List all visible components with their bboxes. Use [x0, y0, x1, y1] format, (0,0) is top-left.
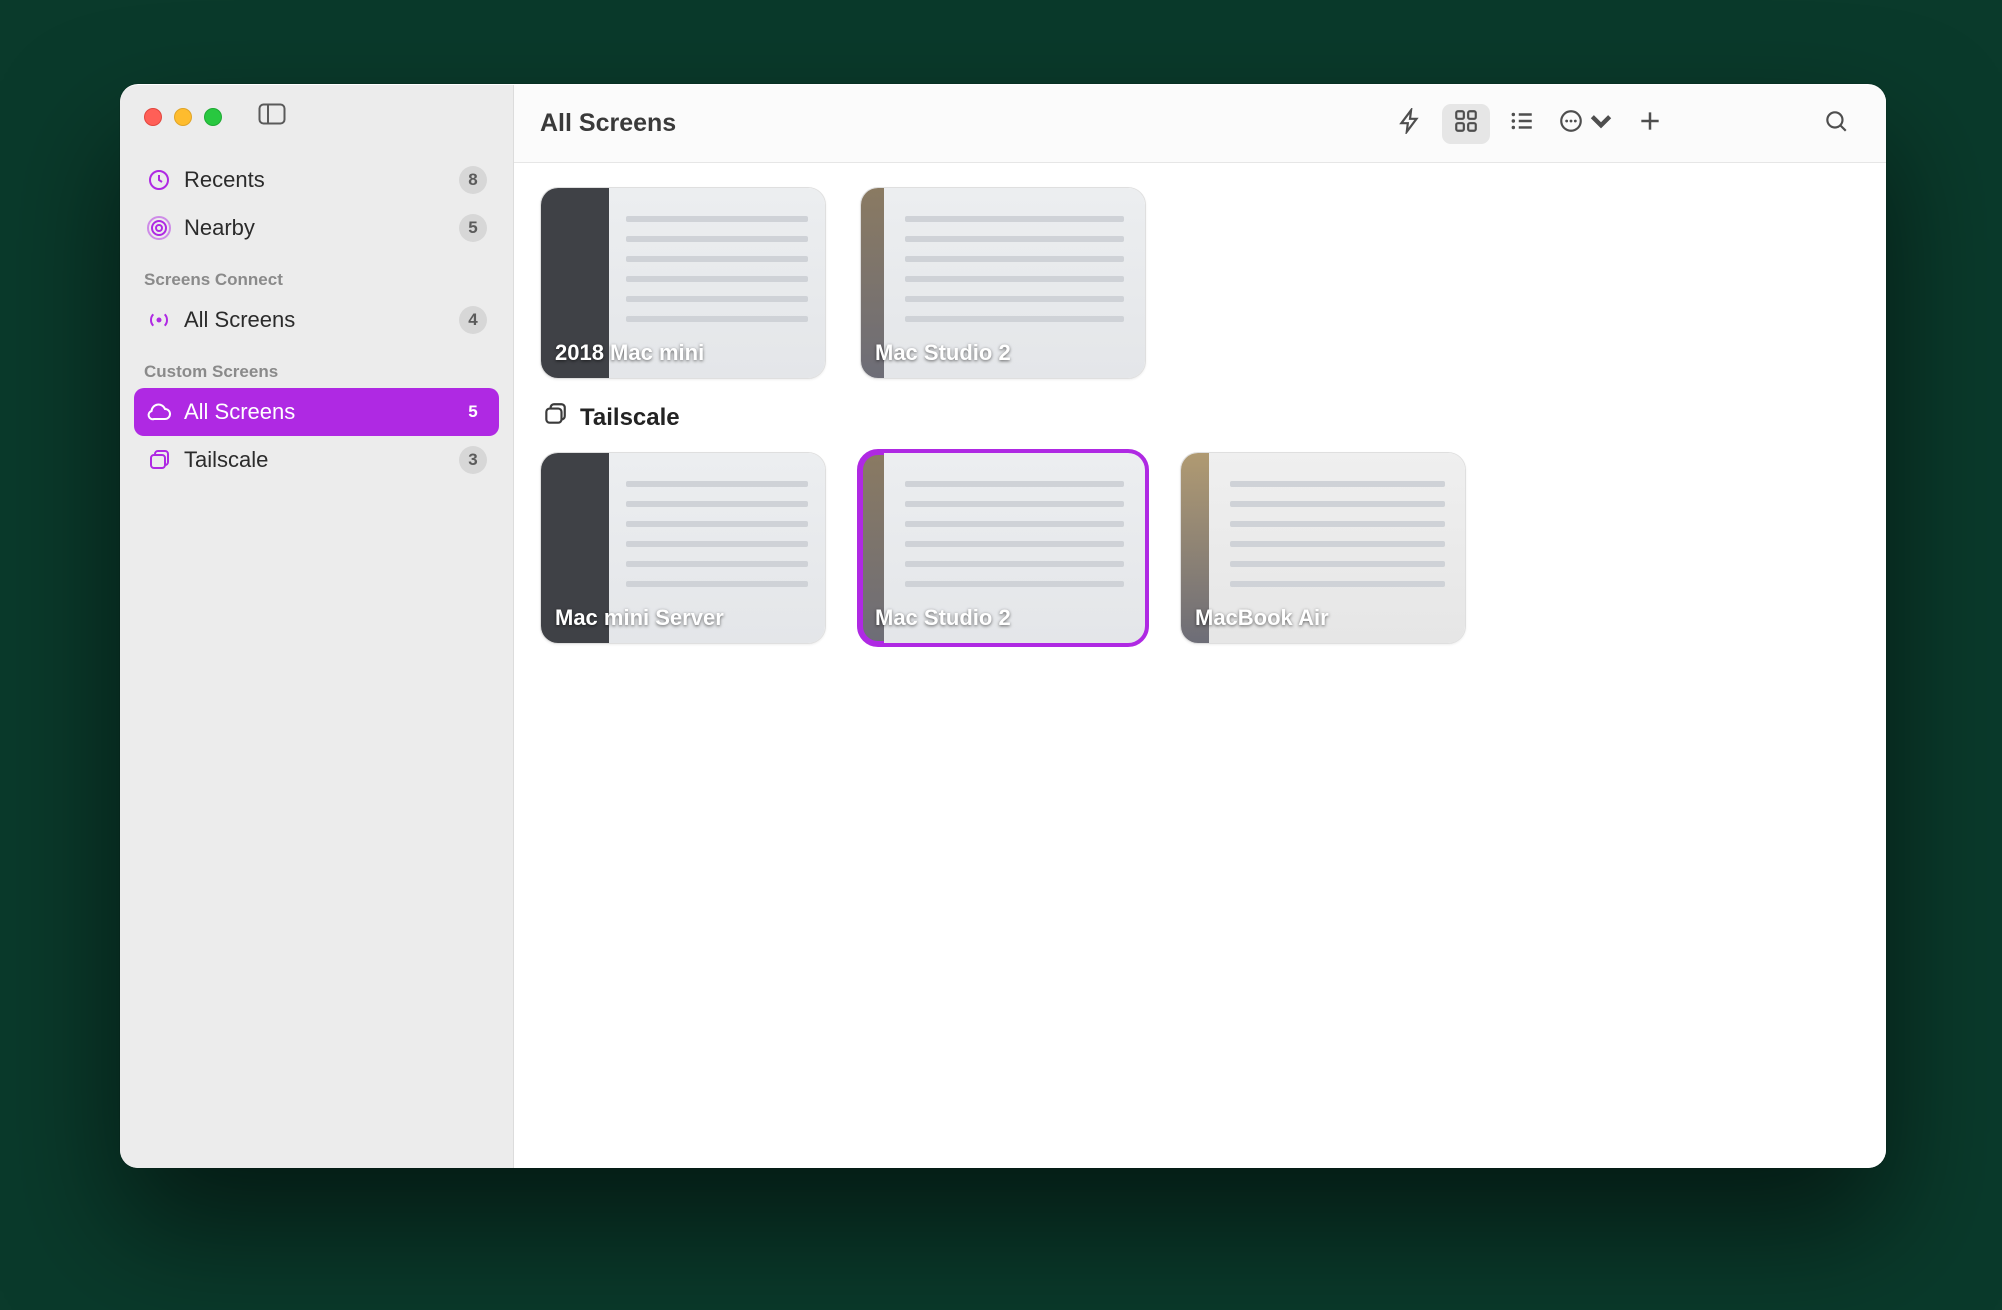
sidebar-item-label: Nearby — [184, 215, 459, 241]
grid-icon — [1453, 108, 1479, 139]
grid-view-button[interactable] — [1442, 104, 1490, 144]
sidebar-item-label: All Screens — [184, 399, 459, 425]
screen-card[interactable]: Mac Studio 2 — [860, 452, 1146, 644]
broadcast-icon — [144, 308, 174, 332]
sidebar-item-label: Tailscale — [184, 447, 459, 473]
window-controls — [120, 103, 513, 152]
search-button[interactable] — [1812, 104, 1860, 144]
screen-card[interactable]: 2018 Mac mini — [540, 187, 826, 379]
toggle-sidebar-icon[interactable] — [258, 103, 286, 130]
add-button[interactable] — [1626, 104, 1674, 144]
page-title: All Screens — [540, 109, 676, 138]
screen-grid: 2018 Mac mini Mac Studio 2 — [540, 187, 1860, 379]
group-title: Tailscale — [580, 404, 680, 432]
content-area: 2018 Mac mini Mac Studio 2 Tailscale — [514, 163, 1886, 668]
sidebar-badge: 3 — [459, 446, 487, 474]
screen-label: Mac mini Server — [555, 605, 724, 631]
sidebar-item-recents[interactable]: Recents 8 — [134, 156, 499, 204]
zoom-window-button[interactable] — [204, 108, 222, 126]
plus-icon — [1637, 108, 1663, 139]
sidebar-badge: 5 — [459, 214, 487, 242]
sidebar-item-custom-allscreens[interactable]: All Screens 5 — [134, 388, 499, 436]
screen-label: 2018 Mac mini — [555, 340, 704, 366]
sidebar-badge: 5 — [459, 398, 487, 426]
screen-label: Mac Studio 2 — [875, 340, 1011, 366]
more-options-button[interactable] — [1554, 104, 1618, 144]
screen-grid: Mac mini Server Mac Studio 2 MacBook Air — [540, 452, 1860, 644]
screen-label: MacBook Air — [1195, 605, 1329, 631]
sidebar-badge: 4 — [459, 306, 487, 334]
app-window: Recents 8 Nearby 5 Screens Connect All S… — [120, 84, 1886, 1168]
search-icon — [1823, 108, 1849, 139]
list-icon — [1509, 108, 1535, 139]
screen-card[interactable]: Mac mini Server — [540, 452, 826, 644]
sidebar-badge: 8 — [459, 166, 487, 194]
quick-connect-button[interactable] — [1386, 104, 1434, 144]
sidebar-item-connect-allscreens[interactable]: All Screens 4 — [134, 296, 499, 344]
sidebar-item-nearby[interactable]: Nearby 5 — [134, 204, 499, 252]
sidebar: Recents 8 Nearby 5 Screens Connect All S… — [120, 85, 514, 1168]
clock-icon — [144, 168, 174, 192]
close-window-button[interactable] — [144, 108, 162, 126]
sidebar-item-label: All Screens — [184, 307, 459, 333]
screen-card[interactable]: MacBook Air — [1180, 452, 1466, 644]
group-header: Tailscale — [542, 401, 1860, 434]
sidebar-item-tailscale[interactable]: Tailscale 3 — [134, 436, 499, 484]
ellipsis-circle-icon — [1558, 108, 1584, 139]
cloud-icon — [144, 401, 174, 423]
screen-label: Mac Studio 2 — [875, 605, 1011, 631]
sidebar-section-header: Custom Screens — [134, 344, 499, 388]
list-view-button[interactable] — [1498, 104, 1546, 144]
stack-icon — [542, 401, 568, 434]
chevron-down-icon — [1588, 108, 1614, 139]
stack-icon — [144, 448, 174, 472]
nearby-icon — [144, 216, 174, 240]
sidebar-item-label: Recents — [184, 167, 459, 193]
sidebar-section-header: Screens Connect — [134, 252, 499, 296]
minimize-window-button[interactable] — [174, 108, 192, 126]
toolbar: All Screens — [514, 85, 1886, 163]
main-area: All Screens — [514, 85, 1886, 1168]
bolt-icon — [1397, 108, 1423, 139]
screen-card[interactable]: Mac Studio 2 — [860, 187, 1146, 379]
